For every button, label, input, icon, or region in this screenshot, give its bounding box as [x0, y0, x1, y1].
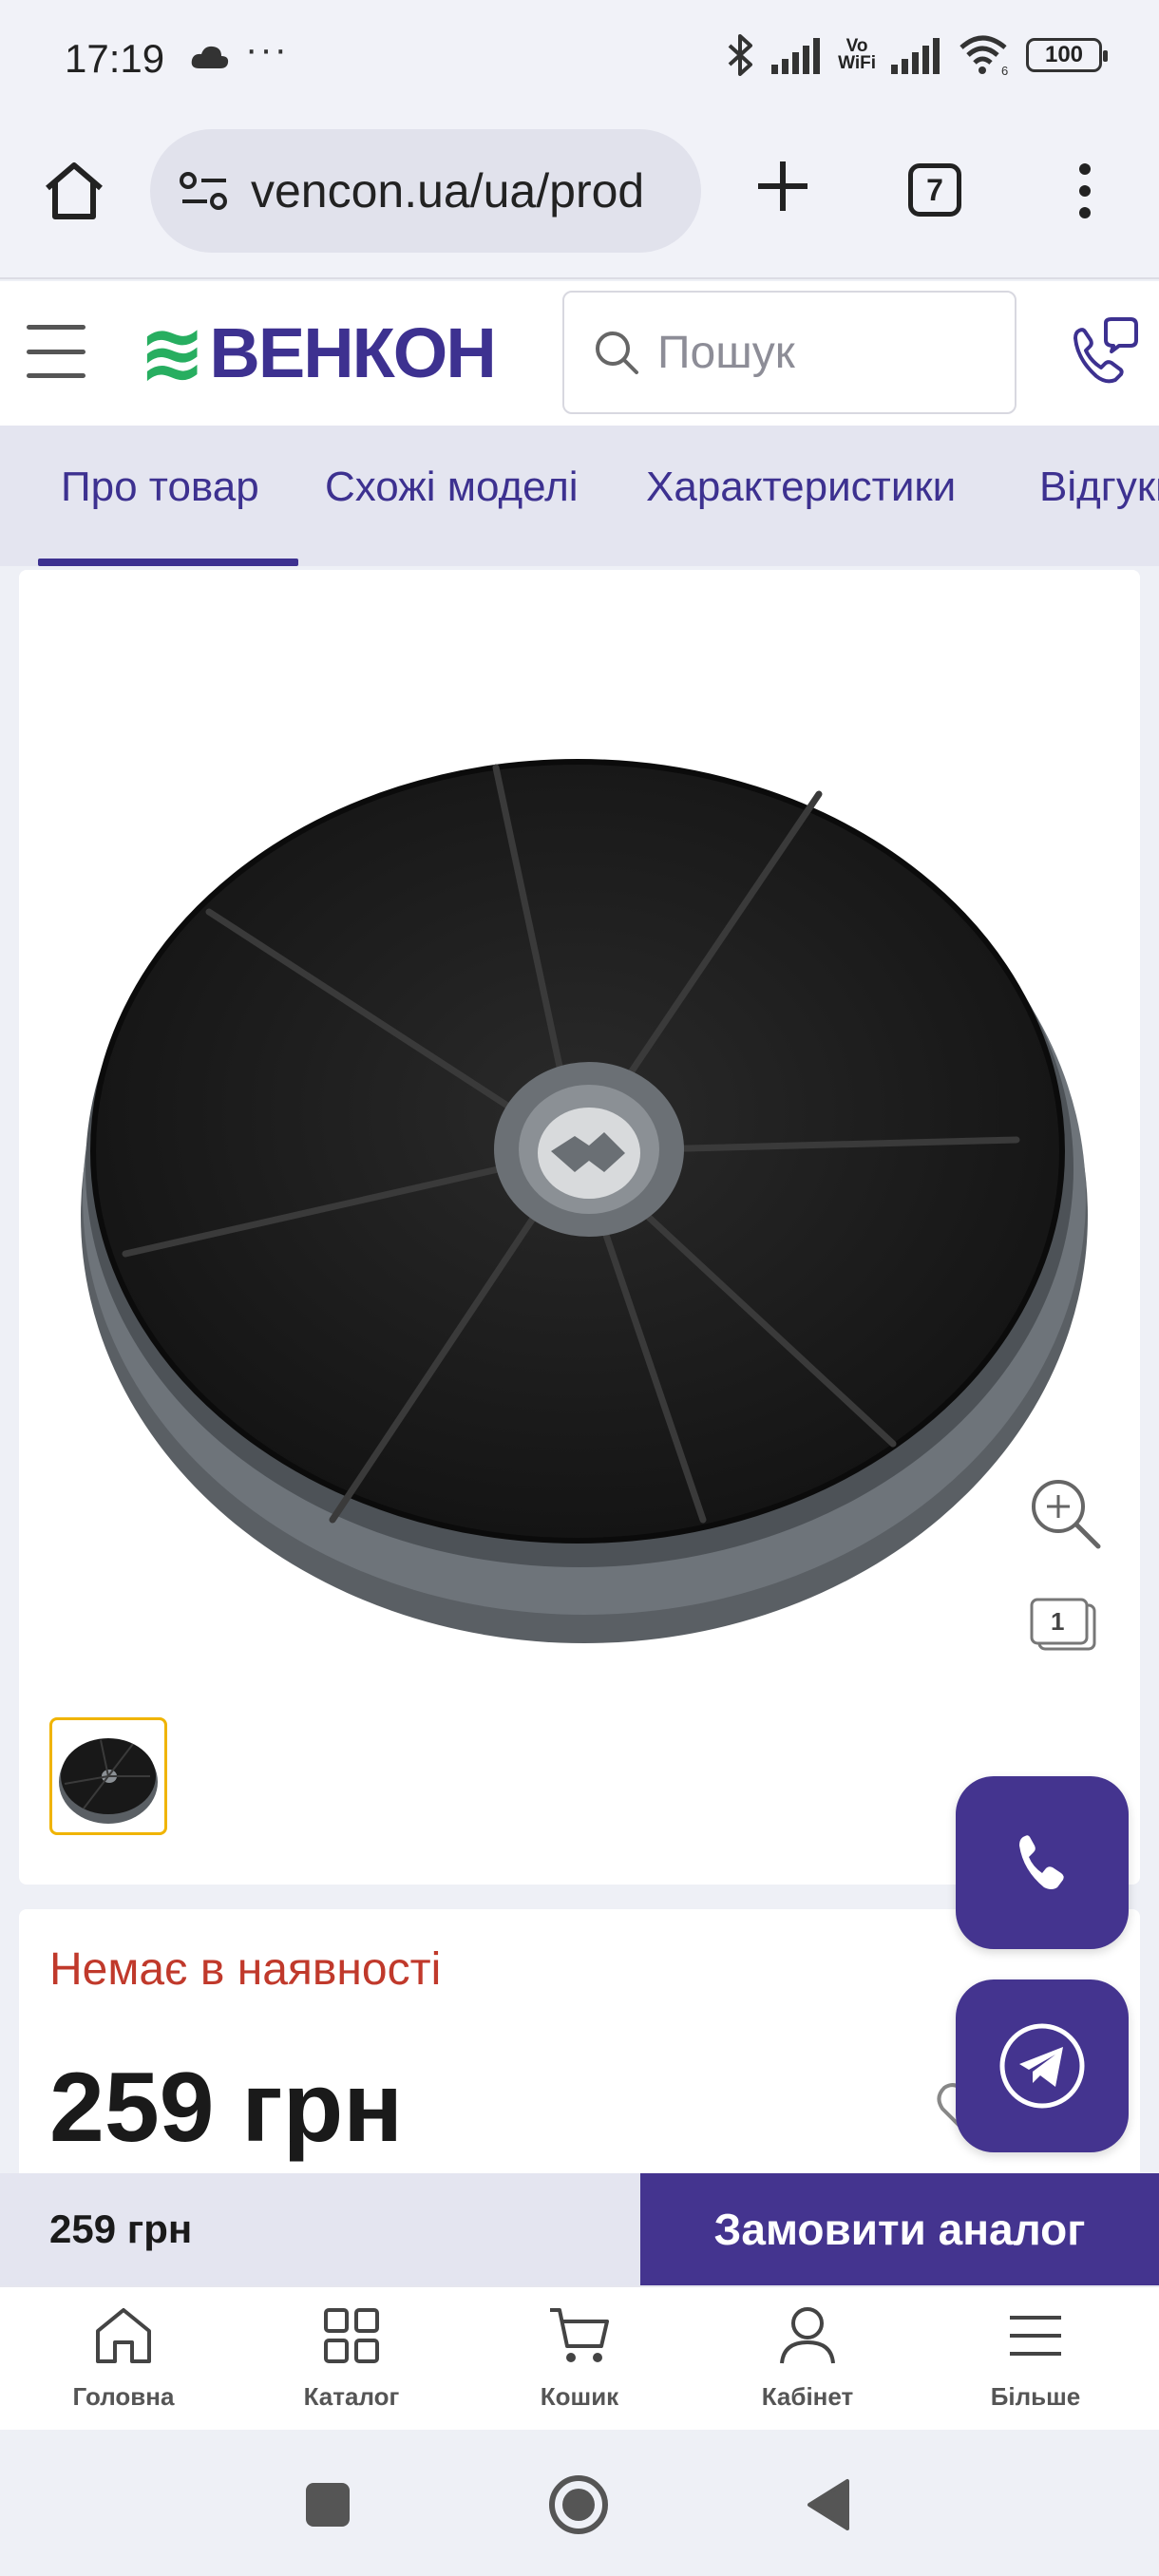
- user-icon: [780, 2307, 835, 2364]
- product-price: 259 грн: [49, 2053, 404, 2163]
- vowifi-indicator: Vo WiFi: [838, 37, 876, 73]
- site-header: ≋ ВЕНКОН: [0, 281, 1159, 426]
- telegram-icon: [999, 2023, 1085, 2109]
- grid-icon: [324, 2308, 379, 2363]
- gallery-count-label: 1: [1051, 1607, 1065, 1636]
- address-bar[interactable]: vencon.ua/ua/prod: [150, 129, 701, 253]
- logo-text: ВЕНКОН: [209, 313, 496, 392]
- tab-specifications[interactable]: Характеристики: [646, 464, 956, 511]
- tab-switcher-button[interactable]: 7: [908, 163, 961, 217]
- signal-icon: [771, 38, 821, 74]
- zoom-in-icon[interactable]: [1028, 1476, 1104, 1552]
- bluetooth-icon: [728, 34, 753, 76]
- menu-icon: [1010, 2316, 1061, 2356]
- signal-icon-2: [891, 38, 940, 74]
- nav-account-label: Кабінет: [761, 2382, 854, 2411]
- browser-menu-icon[interactable]: [1074, 161, 1096, 220]
- product-tabs: Про товар Схожі моделі Характеристики Ві…: [0, 426, 1159, 566]
- nav-more-label: Більше: [990, 2382, 1081, 2411]
- nav-catalog[interactable]: Каталог: [256, 2302, 446, 2412]
- site-logo[interactable]: ≋ ВЕНКОН: [139, 308, 497, 397]
- wifi-sub-label: 6: [1001, 64, 1008, 76]
- availability-status: Немає в наявності: [49, 1944, 442, 1995]
- logo-mark: ≋: [139, 308, 206, 397]
- battery-indicator: 100: [1026, 38, 1108, 72]
- new-tab-icon[interactable]: [752, 156, 813, 217]
- cloud-icon: [191, 46, 229, 68]
- cart-icon: [550, 2308, 609, 2362]
- status-indicators: Vo WiFi 6 100: [726, 34, 1108, 76]
- home-icon: [96, 2308, 151, 2363]
- search-icon: [596, 331, 638, 374]
- phone-chat-icon[interactable]: [1068, 317, 1140, 388]
- nav-account[interactable]: Кабінет: [712, 2302, 902, 2412]
- status-time: 17:19: [65, 36, 165, 81]
- site-settings-icon[interactable]: [179, 169, 230, 213]
- address-text[interactable]: vencon.ua/ua/prod: [251, 163, 644, 218]
- status-bar: 17:19 ··· Vo WiFi 6 100: [0, 0, 1159, 123]
- telegram-button[interactable]: [956, 1979, 1129, 2152]
- wifi-label: WiFi: [838, 53, 876, 73]
- product-gallery: 1: [19, 570, 1140, 1885]
- sticky-price: 259 грн: [0, 2173, 640, 2285]
- nav-catalog-label: Каталог: [303, 2382, 400, 2411]
- back-icon[interactable]: [806, 2477, 851, 2532]
- thumbnail-image: [59, 1738, 158, 1824]
- hamburger-menu-icon[interactable]: [27, 325, 86, 378]
- wifi-icon: 6: [960, 35, 1008, 76]
- nav-home-label: Головна: [72, 2382, 175, 2411]
- gallery-thumbnail[interactable]: [49, 1717, 167, 1835]
- nav-cart-label: Кошик: [540, 2382, 619, 2411]
- bottom-navigation: Головна Каталог Кошик Кабінет Більше: [0, 2285, 1159, 2430]
- nav-more[interactable]: Більше: [940, 2302, 1130, 2412]
- order-analog-button[interactable]: Замовити аналог: [640, 2173, 1159, 2285]
- nav-home[interactable]: Головна: [28, 2302, 218, 2412]
- browser-home-icon[interactable]: [42, 160, 106, 222]
- search-box[interactable]: [562, 291, 1016, 414]
- search-input[interactable]: [657, 326, 942, 379]
- phone-icon: [1019, 1835, 1064, 1889]
- gallery-count-icon[interactable]: 1: [1030, 1598, 1098, 1655]
- sticky-order-bar: 259 грн Замовити аналог: [0, 2173, 1159, 2285]
- call-button[interactable]: [956, 1776, 1129, 1949]
- product-image[interactable]: [57, 608, 1102, 1681]
- tab-reviews[interactable]: Відгуки: [1039, 464, 1159, 511]
- nav-cart[interactable]: Кошик: [484, 2302, 674, 2412]
- tab-about[interactable]: Про товар: [61, 464, 259, 511]
- tab-similar-models[interactable]: Схожі моделі: [325, 464, 579, 511]
- recents-icon[interactable]: [306, 2483, 350, 2527]
- active-tab-indicator: [38, 559, 298, 566]
- status-more-dots: ···: [245, 28, 289, 70]
- system-navigation: [0, 2430, 1159, 2576]
- system-home-icon[interactable]: [547, 2473, 610, 2536]
- browser-toolbar: vencon.ua/ua/prod 7: [0, 123, 1159, 279]
